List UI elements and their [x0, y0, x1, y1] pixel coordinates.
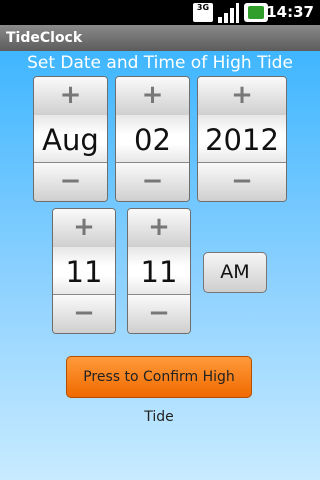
page-heading: Set Date and Time of High Tide — [27, 53, 293, 73]
app-title: TideClock — [0, 25, 320, 51]
month-spinner: + Aug − — [33, 76, 108, 202]
minute-decrement-button[interactable]: − — [128, 294, 190, 333]
day-decrement-button[interactable]: − — [116, 162, 189, 201]
hour-decrement-button[interactable]: − — [53, 294, 115, 333]
year-value: 2012 — [198, 115, 286, 163]
month-value: Aug — [34, 115, 107, 163]
main-content: Set Date and Time of High Tide + Aug − +… — [0, 51, 320, 480]
hour-spinner: + 11 − — [52, 208, 116, 334]
clock: 14:37 — [266, 3, 314, 21]
am-pm-toggle-button[interactable]: AM — [203, 252, 267, 293]
year-decrement-button[interactable]: − — [198, 162, 286, 201]
minute-increment-button[interactable]: + — [128, 209, 190, 248]
minute-value: 11 — [128, 247, 190, 295]
hour-increment-button[interactable]: + — [53, 209, 115, 248]
day-value: 02 — [116, 115, 189, 163]
confirm-high-tide-button[interactable]: Press to Confirm High Tide — [66, 356, 252, 425]
status-bar: 3G 14:37 — [0, 0, 320, 25]
signal-icon — [218, 3, 239, 23]
month-increment-button[interactable]: + — [34, 77, 107, 116]
year-spinner: + 2012 − — [197, 76, 287, 202]
3g-icon: 3G — [193, 3, 213, 22]
day-spinner: + 02 − — [115, 76, 190, 202]
month-decrement-button[interactable]: − — [34, 162, 107, 201]
day-increment-button[interactable]: + — [116, 77, 189, 116]
battery-icon — [244, 3, 268, 22]
hour-value: 11 — [53, 247, 115, 295]
minute-spinner: + 11 − — [127, 208, 191, 334]
year-increment-button[interactable]: + — [198, 77, 286, 116]
